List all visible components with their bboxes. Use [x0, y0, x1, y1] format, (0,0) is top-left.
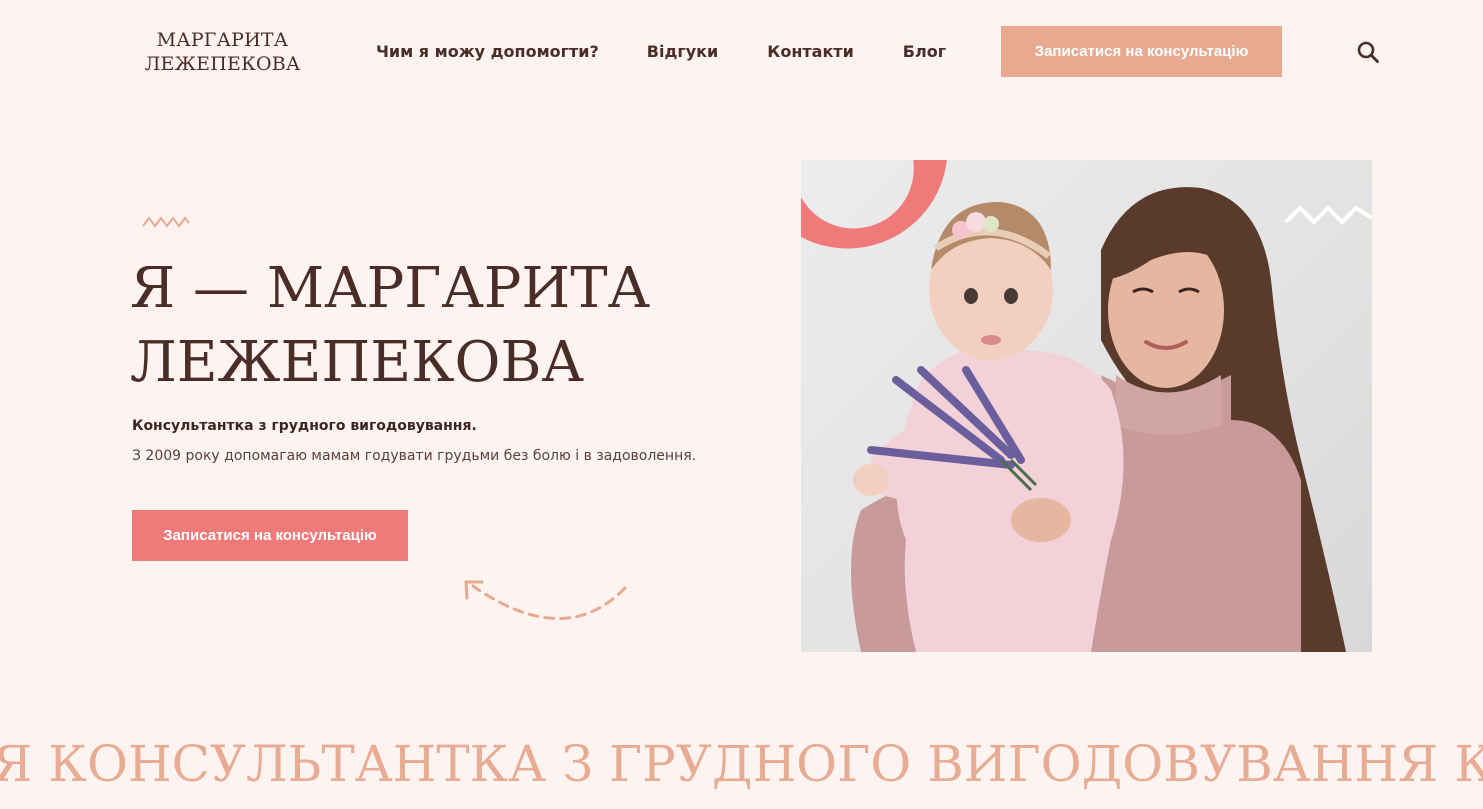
- zigzag-icon: [142, 216, 190, 228]
- hero-book-consultation-button[interactable]: Записатися на консультацію: [132, 510, 408, 561]
- site-logo[interactable]: МАРГАРИТА ЛЕЖЕПЕКОВА: [140, 28, 305, 76]
- logo-line-2: ЛЕЖЕПЕКОВА: [144, 53, 301, 75]
- hero-photo-illustration: [801, 160, 1372, 652]
- search-button[interactable]: [1354, 38, 1382, 66]
- hero-title-line-1: Я — МАРГАРИТА: [130, 256, 651, 321]
- page: МАРГАРИТА ЛЕЖЕПЕКОВА Чим я можу допомогт…: [0, 0, 1483, 809]
- search-icon: [1357, 41, 1379, 63]
- nav-item-help[interactable]: Чим я можу допомогти?: [376, 41, 599, 63]
- hero-title: Я — МАРГАРИТА ЛЕЖЕПЕКОВА: [130, 252, 790, 400]
- logo-line-1: МАРГАРИТА: [156, 29, 289, 51]
- hero-subtitle-text: З 2009 року допомагаю мамам годувати гру…: [132, 448, 697, 464]
- marquee-text: Я КОНСУЛЬТАНТКА З ГРУДНОГО ВИГОДОВУВАННЯ…: [0, 735, 1483, 793]
- hero-subtitle-strong: Консультантка з грудного вигодовування.: [132, 418, 477, 434]
- hero-title-line-2: ЛЕЖЕПЕКОВА: [130, 330, 584, 395]
- nav-item-reviews[interactable]: Відгуки: [647, 41, 718, 63]
- dashed-arrow-icon: [464, 580, 627, 620]
- hero-photo: [801, 160, 1372, 652]
- header-book-consultation-button[interactable]: Записатися на консультацію: [1001, 26, 1282, 77]
- nav-item-blog[interactable]: Блог: [903, 41, 946, 63]
- main-nav: Чим я можу допомогти? Відгуки Контакти Б…: [376, 41, 946, 63]
- nav-item-contacts[interactable]: Контакти: [767, 41, 854, 63]
